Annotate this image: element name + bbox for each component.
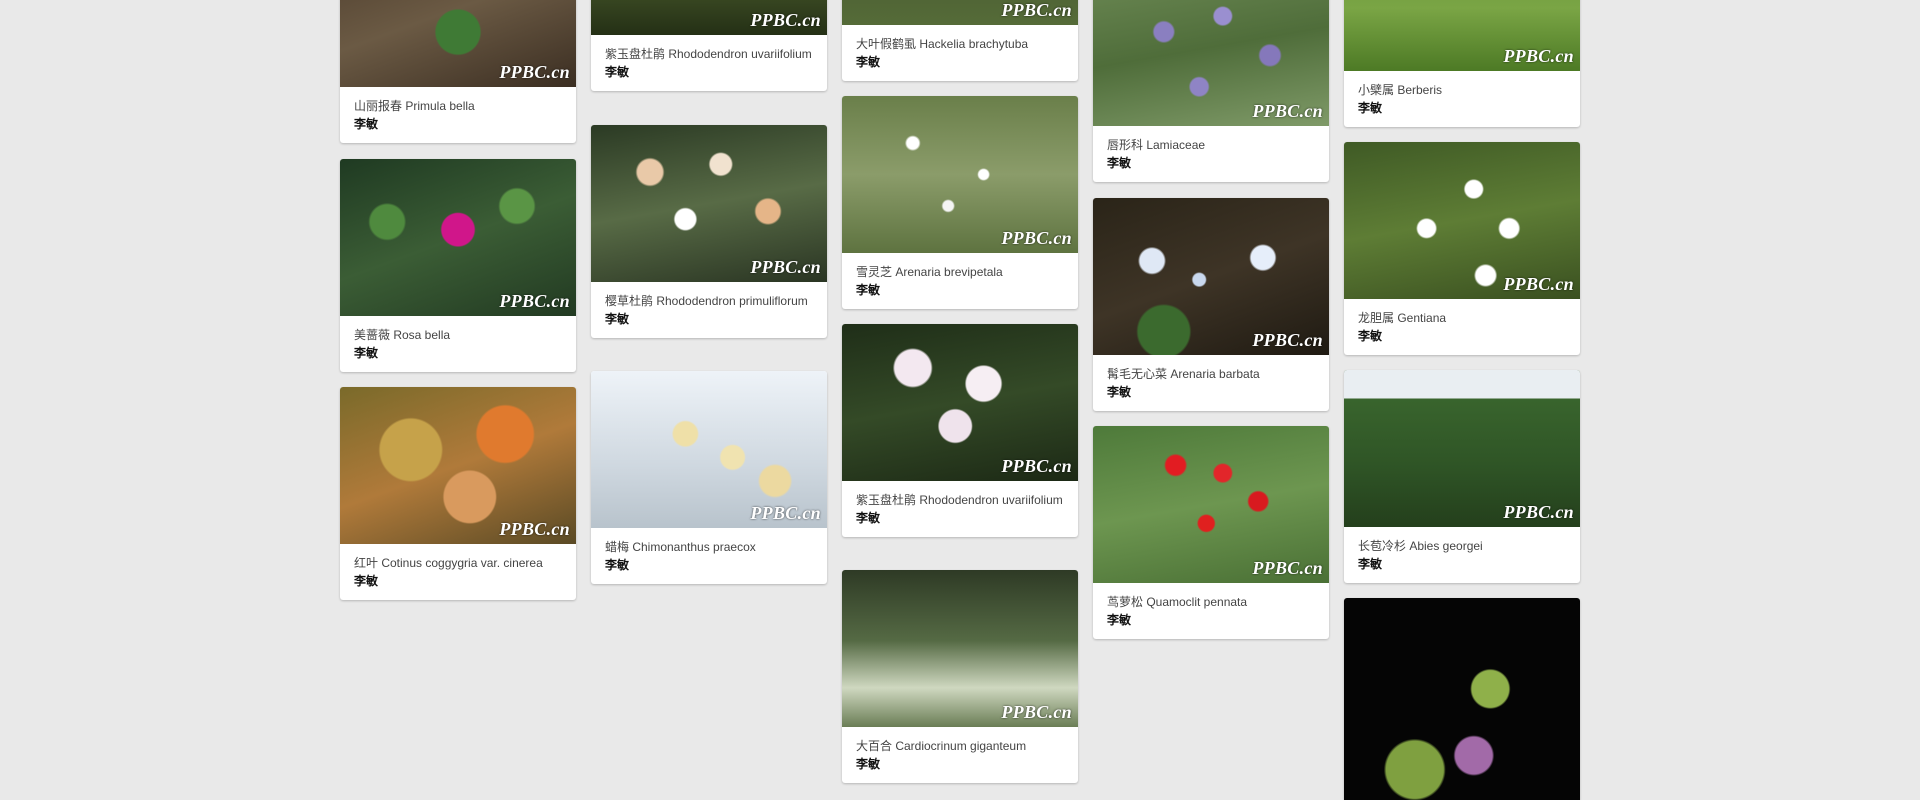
card-author[interactable]: 李敏: [1107, 611, 1315, 629]
watermark: PPBC.cn: [1503, 46, 1574, 66]
watermark: PPBC.cn: [750, 503, 821, 523]
card-title[interactable]: 茑萝松 Quamoclit pennata: [1107, 593, 1315, 611]
plant-photo[interactable]: PPBC.cn: [842, 0, 1078, 25]
photo-card[interactable]: [1344, 598, 1580, 800]
card-title[interactable]: 大百合 Cardiocrinum giganteum: [856, 737, 1064, 755]
card-author[interactable]: 李敏: [1358, 99, 1566, 117]
photo-card[interactable]: PPBC.cn 紫玉盘杜鹃 Rhododendron uvariifolium …: [591, 0, 827, 91]
watermark: PPBC.cn: [499, 519, 570, 539]
card-author[interactable]: 李敏: [1107, 383, 1315, 401]
card-title[interactable]: 紫玉盘杜鹃 Rhododendron uvariifolium: [605, 45, 813, 63]
card-title[interactable]: 大叶假鹤虱 Hackelia brachytuba: [856, 35, 1064, 53]
card-title[interactable]: 樱草杜鹃 Rhododendron primuliflorum: [605, 292, 813, 310]
plant-photo[interactable]: PPBC.cn: [1344, 142, 1580, 299]
watermark: PPBC.cn: [499, 291, 570, 311]
plant-photo[interactable]: PPBC.cn: [340, 159, 576, 316]
plant-photo[interactable]: PPBC.cn: [1093, 0, 1329, 126]
plant-photo[interactable]: [1344, 598, 1580, 800]
photo-card[interactable]: PPBC.cn 山丽报春 Primula bella 李敏: [340, 0, 576, 143]
card-title[interactable]: 蜡梅 Chimonanthus praecox: [605, 538, 813, 556]
plant-photo[interactable]: PPBC.cn: [842, 570, 1078, 727]
card-author[interactable]: 李敏: [354, 572, 562, 590]
plant-photo[interactable]: PPBC.cn: [1344, 370, 1580, 527]
card-title[interactable]: 小檗属 Berberis: [1358, 81, 1566, 99]
card-title[interactable]: 长苞冷杉 Abies georgei: [1358, 537, 1566, 555]
card-title[interactable]: 龙胆属 Gentiana: [1358, 309, 1566, 327]
card-author[interactable]: 李敏: [856, 53, 1064, 71]
watermark: PPBC.cn: [1503, 502, 1574, 522]
photo-card[interactable]: PPBC.cn 美蔷薇 Rosa bella 李敏: [340, 159, 576, 372]
watermark: PPBC.cn: [1001, 0, 1072, 20]
photo-card[interactable]: PPBC.cn 蜡梅 Chimonanthus praecox 李敏: [591, 371, 827, 584]
photo-card[interactable]: PPBC.cn 茑萝松 Quamoclit pennata 李敏: [1093, 426, 1329, 639]
watermark: PPBC.cn: [499, 62, 570, 82]
watermark: PPBC.cn: [1252, 558, 1323, 578]
watermark: PPBC.cn: [1252, 330, 1323, 350]
card-title[interactable]: 唇形科 Lamiaceae: [1107, 136, 1315, 154]
photo-card[interactable]: PPBC.cn 小檗属 Berberis 李敏: [1344, 0, 1580, 127]
plant-photo[interactable]: PPBC.cn: [340, 0, 576, 87]
card-author[interactable]: 李敏: [1358, 327, 1566, 345]
photo-card[interactable]: PPBC.cn 樱草杜鹃 Rhododendron primuliflorum …: [591, 125, 827, 338]
card-author[interactable]: 李敏: [856, 281, 1064, 299]
card-title[interactable]: 紫玉盘杜鹃 Rhododendron uvariifolium: [856, 491, 1064, 509]
card-author[interactable]: 李敏: [354, 115, 562, 133]
card-author[interactable]: 李敏: [354, 344, 562, 362]
watermark: PPBC.cn: [1001, 456, 1072, 476]
watermark: PPBC.cn: [1001, 228, 1072, 248]
card-author[interactable]: 李敏: [856, 755, 1064, 773]
plant-photo[interactable]: PPBC.cn: [1344, 0, 1580, 71]
card-author[interactable]: 李敏: [605, 310, 813, 328]
photo-card[interactable]: PPBC.cn 雪灵芝 Arenaria brevipetala 李敏: [842, 96, 1078, 309]
watermark: PPBC.cn: [1252, 101, 1323, 121]
card-title[interactable]: 红叶 Cotinus coggygria var. cinerea: [354, 554, 562, 572]
plant-photo[interactable]: PPBC.cn: [591, 125, 827, 282]
card-title[interactable]: 雪灵芝 Arenaria brevipetala: [856, 263, 1064, 281]
watermark: PPBC.cn: [750, 10, 821, 30]
watermark: PPBC.cn: [1001, 702, 1072, 722]
plant-photo[interactable]: PPBC.cn: [591, 0, 827, 35]
card-author[interactable]: 李敏: [1358, 555, 1566, 573]
photo-card[interactable]: PPBC.cn 髯毛无心菜 Arenaria barbata 李敏: [1093, 198, 1329, 411]
plant-photo[interactable]: PPBC.cn: [340, 387, 576, 544]
card-title[interactable]: 美蔷薇 Rosa bella: [354, 326, 562, 344]
card-author[interactable]: 李敏: [856, 509, 1064, 527]
plant-photo[interactable]: PPBC.cn: [842, 324, 1078, 481]
card-author[interactable]: 李敏: [605, 63, 813, 81]
photo-card[interactable]: PPBC.cn 红叶 Cotinus coggygria var. cinere…: [340, 387, 576, 600]
watermark: PPBC.cn: [1503, 274, 1574, 294]
card-author[interactable]: 李敏: [1107, 154, 1315, 172]
photo-card[interactable]: PPBC.cn 大百合 Cardiocrinum giganteum 李敏: [842, 570, 1078, 783]
watermark: PPBC.cn: [750, 257, 821, 277]
plant-photo[interactable]: PPBC.cn: [591, 371, 827, 528]
plant-photo[interactable]: PPBC.cn: [1093, 198, 1329, 355]
photo-card[interactable]: PPBC.cn 长苞冷杉 Abies georgei 李敏: [1344, 370, 1580, 583]
card-author[interactable]: 李敏: [605, 556, 813, 574]
plant-photo[interactable]: PPBC.cn: [1093, 426, 1329, 583]
card-title[interactable]: 山丽报春 Primula bella: [354, 97, 562, 115]
plant-photo[interactable]: PPBC.cn: [842, 96, 1078, 253]
card-title[interactable]: 髯毛无心菜 Arenaria barbata: [1107, 365, 1315, 383]
photo-card[interactable]: PPBC.cn 龙胆属 Gentiana 李敏: [1344, 142, 1580, 355]
photo-card[interactable]: PPBC.cn 紫玉盘杜鹃 Rhododendron uvariifolium …: [842, 324, 1078, 537]
photo-card[interactable]: PPBC.cn 大叶假鹤虱 Hackelia brachytuba 李敏: [842, 0, 1078, 81]
photo-card[interactable]: PPBC.cn 唇形科 Lamiaceae 李敏: [1093, 0, 1329, 182]
